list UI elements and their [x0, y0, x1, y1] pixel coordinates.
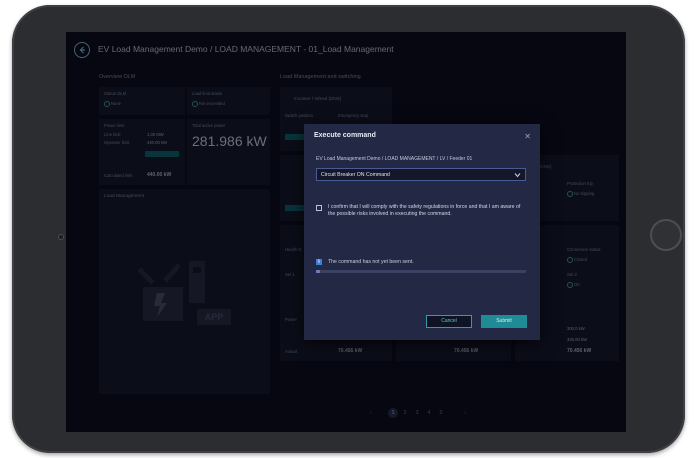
confirm-checkbox[interactable] — [316, 205, 322, 211]
home-button[interactable] — [650, 219, 682, 251]
command-progress-bar — [316, 270, 526, 273]
command-select-value: Circuit Breaker ON Command — [321, 172, 390, 178]
dialog-title: Execute command — [314, 132, 376, 139]
close-icon[interactable]: ✕ — [524, 132, 531, 141]
command-progress-fill — [316, 270, 321, 273]
screen: EV Load Management Demo / LOAD MANAGEMEN… — [66, 32, 626, 432]
info-icon: i — [316, 259, 322, 265]
command-select[interactable]: Circuit Breaker ON Command — [316, 168, 526, 181]
command-status-text: The command has not yet been sent. — [328, 259, 414, 265]
app-background: EV Load Management Demo / LOAD MANAGEMEN… — [66, 32, 626, 432]
camera-icon — [58, 234, 64, 240]
device-path: EV Load Management Demo / LOAD MANAGEMEN… — [316, 156, 473, 162]
chevron-down-icon — [514, 173, 521, 178]
cancel-button[interactable]: Cancel — [426, 315, 472, 328]
submit-button[interactable]: Submit — [481, 315, 527, 328]
execute-command-dialog: Execute command ✕ EV Load Management Dem… — [304, 124, 540, 340]
confirm-text: I confirm that I will comply with the sa… — [328, 204, 521, 217]
